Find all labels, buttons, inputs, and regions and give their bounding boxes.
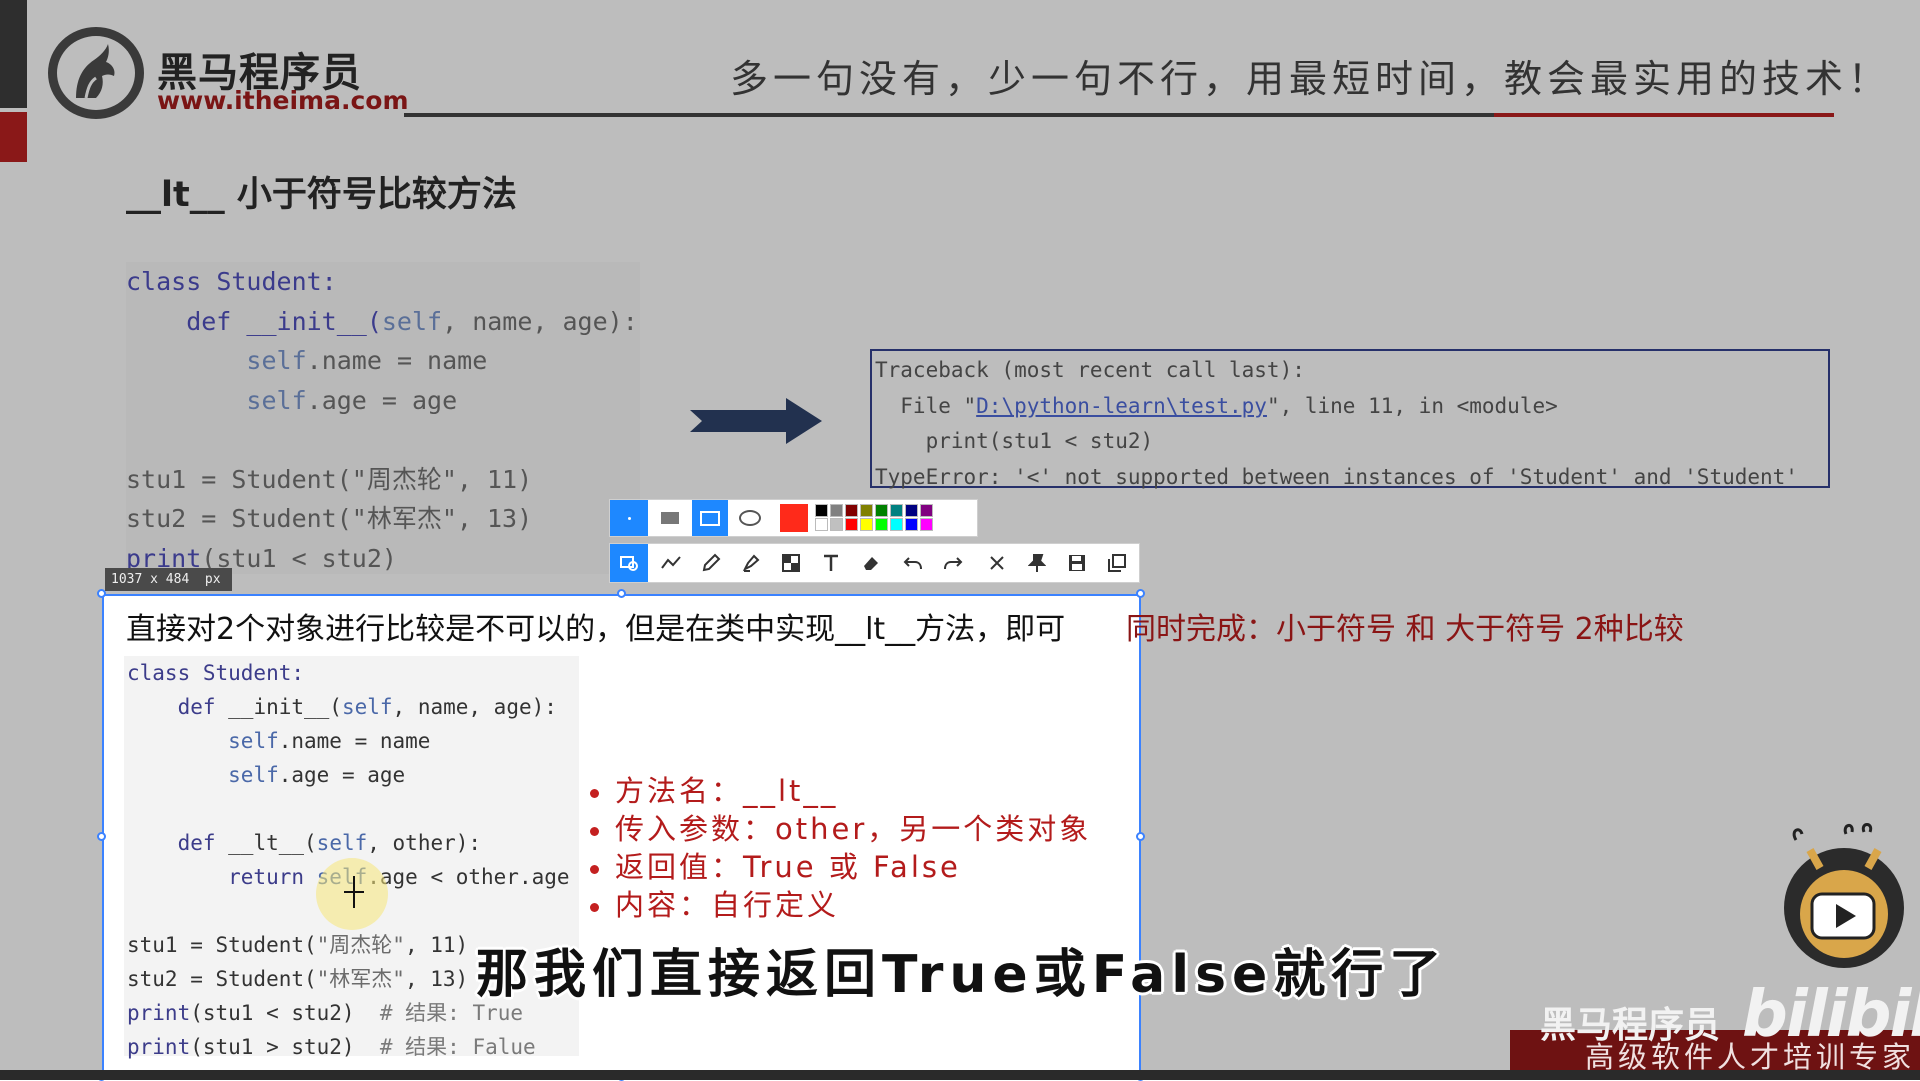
code-line: self.age = age [228, 763, 406, 787]
eraser-tool-button[interactable] [852, 544, 890, 582]
bullet-item: 方法名：__lt__ [590, 772, 1091, 810]
left-accent-dark [0, 0, 27, 108]
color-swatch[interactable] [875, 518, 888, 531]
code-block-top: class Student: def __init__(self, name, … [126, 262, 640, 574]
bullet-list: 方法名：__lt__ 传入参数：other，另一个类对象 返回值：True 或 … [590, 772, 1091, 924]
bullet-dot-icon [590, 826, 599, 836]
text-icon [824, 554, 838, 571]
resize-handle-top-right[interactable] [1136, 589, 1145, 598]
color-swatch[interactable] [905, 518, 918, 531]
outline-rect-button[interactable] [692, 500, 728, 536]
save-button[interactable] [1058, 544, 1096, 582]
mascot-icon [1784, 823, 1904, 968]
selection-size-label: 1037 x 484 px [105, 568, 232, 591]
code-line: self.name = name [228, 729, 431, 753]
resize-handle-right[interactable] [1136, 832, 1145, 841]
resize-handle-top-left[interactable] [97, 589, 106, 598]
crosshair-cursor-icon [344, 876, 364, 908]
color-swatch[interactable] [905, 504, 918, 517]
color-swatch[interactable] [860, 504, 873, 517]
shape-tool-button[interactable] [610, 544, 648, 582]
screenshot-action-toolbar [609, 543, 1140, 583]
color-swatch[interactable] [890, 504, 903, 517]
ellipse-button[interactable] [732, 500, 768, 536]
highlighter-icon [742, 554, 760, 572]
bullet-dot-icon [590, 902, 599, 912]
description-highlight: 同时完成：小于符号 和 大于符号 2种比较 [1126, 612, 1684, 647]
traceback-output: Traceback (most recent call last): File … [870, 349, 1830, 489]
code-line: def __init__(self, name, age): [126, 306, 638, 336]
pin-icon [1028, 554, 1046, 572]
redo-icon [944, 557, 963, 570]
slide-title: __lt__ 小于符号比较方法 [126, 175, 517, 215]
copy-icon [1108, 554, 1126, 572]
cancel-button[interactable] [978, 544, 1016, 582]
undo-icon [903, 557, 922, 570]
bullet-item: 内容：自行定义 [590, 886, 1091, 924]
code-line: class Student: [127, 661, 305, 685]
fill-rect-button[interactable] [652, 500, 688, 536]
slogan: 多一句没有，少一句不行，用最短时间，教会最实用的技术！ [730, 57, 1892, 101]
polyline-tool-button[interactable] [652, 544, 690, 582]
redo-button[interactable] [934, 544, 972, 582]
pin-button[interactable] [1018, 544, 1056, 582]
color-swatch[interactable] [875, 504, 888, 517]
text-tool-button[interactable] [812, 544, 850, 582]
pencil-icon [702, 553, 721, 572]
color-swatch[interactable] [920, 504, 933, 517]
polyline-icon [661, 556, 681, 569]
header-rule [404, 113, 1494, 117]
code-line: class Student: [126, 267, 337, 296]
video-progress-strip [0, 1070, 1920, 1080]
active-color-swatch[interactable] [780, 504, 808, 532]
header-rule-accent [1494, 113, 1834, 117]
file-path-link[interactable]: D:\python-learn\test.py [976, 394, 1267, 418]
code-line: def __init__(self, name, age): [127, 695, 557, 719]
resize-handle-top[interactable] [617, 589, 626, 598]
color-swatch[interactable] [860, 518, 873, 531]
code-line: def __lt__(self, other): [127, 831, 482, 855]
color-swatch[interactable] [815, 518, 828, 531]
color-swatch[interactable] [920, 518, 933, 531]
code-line: self.name = name [246, 346, 488, 375]
color-swatch[interactable] [830, 518, 843, 531]
copy-button[interactable] [1098, 544, 1136, 582]
code-line: print(stu1 > stu2) # 结果: Falue [127, 1035, 536, 1059]
brand-url: www.itheima.com [157, 86, 409, 115]
bullet-item: 传入参数：other，另一个类对象 [590, 810, 1091, 848]
color-swatch[interactable] [845, 518, 858, 531]
resize-handle-left[interactable] [97, 832, 106, 841]
mosaic-icon [782, 554, 800, 572]
code-line: self.age = age [246, 385, 458, 415]
close-icon [990, 556, 1004, 570]
pen-size-small-button[interactable] [610, 500, 648, 536]
shapes-icon [620, 556, 638, 571]
color-swatch[interactable] [845, 504, 858, 517]
bullet-item: 返回值：True 或 False [590, 848, 1091, 886]
right-arrow-icon [690, 398, 822, 444]
horse-logo-icon [76, 44, 115, 99]
highlighter-tool-button[interactable] [732, 544, 770, 582]
bullet-dot-icon [590, 788, 599, 798]
mosaic-tool-button[interactable] [772, 544, 810, 582]
color-swatch[interactable] [815, 504, 828, 517]
video-subtitle: 那我们直接返回True或False就行了 [476, 945, 1448, 1005]
color-swatch[interactable] [830, 504, 843, 517]
description-text: 直接对2个对象进行比较是不可以的，但是在类中实现__lt__方法，即可 [126, 612, 1066, 647]
left-accent-red [0, 112, 27, 162]
screenshot-style-toolbar [609, 499, 978, 537]
bullet-dot-icon [590, 864, 599, 874]
color-swatch[interactable] [890, 518, 903, 531]
undo-button[interactable] [894, 544, 932, 582]
eraser-icon [864, 557, 878, 570]
code-line: stu1 = Student("周杰轮", 11) [126, 464, 533, 494]
pencil-tool-button[interactable] [692, 544, 730, 582]
save-icon [1069, 555, 1085, 571]
code-line: stu2 = Student("林军杰", 13) [126, 504, 533, 533]
